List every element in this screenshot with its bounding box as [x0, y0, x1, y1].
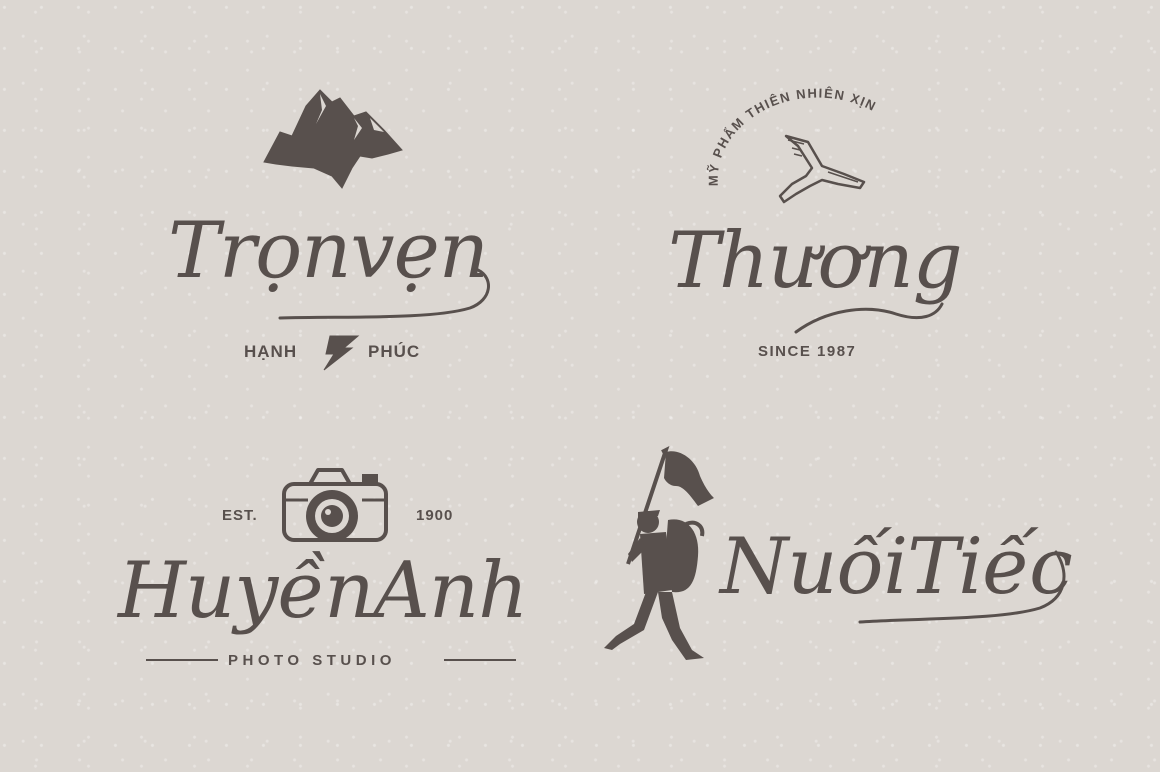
year-label: 1900	[416, 507, 454, 524]
tagline-since: SINCE 1987	[758, 343, 857, 360]
wordmark-huyenanh: HuyềnAnh	[118, 546, 528, 636]
paper-texture	[0, 0, 1160, 772]
underline-swash	[278, 268, 490, 320]
divider-right	[444, 659, 516, 661]
underline-swash	[794, 302, 944, 334]
tagline-right: PHÚC	[368, 342, 421, 361]
hiker-icon	[604, 446, 714, 660]
tagline-left: HẠNH	[244, 342, 298, 361]
est-label: EST.	[222, 507, 258, 524]
straight-razor-icon	[778, 134, 866, 204]
tagline-photo-studio: PHOTO STUDIO	[228, 652, 396, 669]
lightning-icon	[323, 335, 360, 371]
camera-icon	[282, 468, 388, 542]
divider-left	[146, 659, 218, 661]
mountain-icon	[263, 89, 403, 189]
underline-swash	[858, 550, 1066, 624]
